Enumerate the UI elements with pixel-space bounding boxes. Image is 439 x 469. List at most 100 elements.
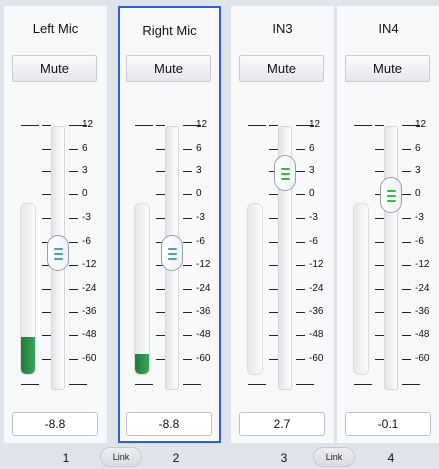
scale-tick xyxy=(42,218,51,219)
gain-value-field[interactable]: -8.8 xyxy=(126,412,212,436)
scale-tick xyxy=(183,149,192,150)
scale-label: 6 xyxy=(82,143,88,154)
mute-button[interactable]: Mute xyxy=(239,55,324,82)
scale-tick xyxy=(156,125,165,126)
scale-label: -24 xyxy=(415,283,430,294)
scale-tick xyxy=(156,149,165,150)
scale-tick xyxy=(69,171,78,172)
scale-label: 6 xyxy=(309,143,315,154)
scale-end-line xyxy=(183,384,201,385)
channel-strip-3[interactable]: IN3 Mute 12 6 3 0 -3 -6 -12 -24 -36 -48 -60 2.7 xyxy=(231,6,334,443)
knob-grip-line xyxy=(54,248,63,250)
scale-tick xyxy=(69,242,78,243)
mute-button[interactable]: Mute xyxy=(345,55,430,82)
knob-grip-line xyxy=(387,200,396,202)
scale-tick xyxy=(375,312,384,313)
scale-label: 12 xyxy=(309,119,321,130)
channel-strip-1[interactable]: Left Mic Mute 12 6 3 0 -3 -6 -12 -24 -36 -48 -60 -8.8 xyxy=(4,6,107,443)
scale-end-line xyxy=(354,125,372,126)
gain-value-field[interactable]: 2.7 xyxy=(239,412,325,436)
scale-tick xyxy=(69,289,78,290)
knob-grip-line xyxy=(54,258,63,260)
scale-label: 6 xyxy=(415,143,421,154)
scale-label: -60 xyxy=(82,353,97,364)
scale-end-line xyxy=(21,125,39,126)
scale-tick xyxy=(269,242,278,243)
scale-end-line xyxy=(296,384,314,385)
scale-tick xyxy=(296,335,305,336)
scale-end-line xyxy=(21,384,39,385)
link-button-1-2[interactable]: Link xyxy=(100,447,142,467)
scale-label: -48 xyxy=(415,329,430,340)
gain-value-field[interactable]: -0.1 xyxy=(345,412,431,436)
scale-tick xyxy=(183,359,192,360)
scale-label: -3 xyxy=(196,212,205,223)
scale-label: -36 xyxy=(196,306,211,317)
scale-label: -3 xyxy=(415,212,424,223)
fader-track[interactable] xyxy=(384,126,398,390)
scale-tick xyxy=(402,335,411,336)
scale-tick xyxy=(269,289,278,290)
scale-label: -36 xyxy=(415,306,430,317)
scale-label: 12 xyxy=(415,119,427,130)
channel-number: 3 xyxy=(280,451,288,465)
scale-tick xyxy=(42,194,51,195)
scale-tick xyxy=(269,359,278,360)
scale-tick xyxy=(183,171,192,172)
scale-tick xyxy=(183,265,192,266)
channel-strip-4[interactable]: IN4 Mute 12 6 3 0 -3 -6 -12 -24 -36 -48 -60 -0.1 xyxy=(337,6,439,443)
channel-number: 4 xyxy=(387,451,395,465)
scale-tick xyxy=(269,335,278,336)
scale-end-line xyxy=(135,125,153,126)
fader-knob[interactable] xyxy=(161,235,183,271)
scale-tick xyxy=(296,171,305,172)
mute-button[interactable]: Mute xyxy=(12,55,97,82)
scale-label: -48 xyxy=(196,329,211,340)
scale-label: -24 xyxy=(309,283,324,294)
mute-button[interactable]: Mute xyxy=(126,55,211,82)
knob-grip-line xyxy=(168,253,177,255)
scale-tick xyxy=(402,312,411,313)
channel-strip-2[interactable]: Right Mic Mute 12 6 3 0 -3 -6 -12 -24 -36 -48 -60 -8.… xyxy=(118,6,221,443)
knob-grip-line xyxy=(281,168,290,170)
link-button-3-4[interactable]: Link xyxy=(313,447,355,467)
scale-tick xyxy=(269,312,278,313)
scale-tick xyxy=(183,194,192,195)
channel-number: 1 xyxy=(62,451,70,465)
scale-tick xyxy=(269,125,278,126)
scale-tick xyxy=(42,171,51,172)
scale-tick xyxy=(296,149,305,150)
scale-tick xyxy=(42,289,51,290)
scale-tick xyxy=(269,149,278,150)
scale-tick xyxy=(296,359,305,360)
scale-label: 3 xyxy=(82,165,88,176)
scale-tick xyxy=(375,125,384,126)
scale-tick xyxy=(296,218,305,219)
scale-tick xyxy=(156,171,165,172)
scale-tick xyxy=(269,218,278,219)
scale-tick xyxy=(269,265,278,266)
scale-label: 0 xyxy=(309,188,315,199)
scale-label: -6 xyxy=(196,236,205,247)
scale-label: -60 xyxy=(309,353,324,364)
scale-tick xyxy=(156,335,165,336)
knob-grip-line xyxy=(281,178,290,180)
knob-grip-line xyxy=(387,190,396,192)
fader-knob[interactable] xyxy=(380,177,402,213)
scale-label: -12 xyxy=(196,259,211,270)
fader-knob[interactable] xyxy=(47,235,69,271)
scale-label: -36 xyxy=(309,306,324,317)
scale-tick xyxy=(183,335,192,336)
scale-tick xyxy=(375,335,384,336)
scale-label: -24 xyxy=(82,283,97,294)
scale-label: -3 xyxy=(82,212,91,223)
scale-label: 12 xyxy=(82,119,94,130)
scale-end-line xyxy=(354,384,372,385)
scale-tick xyxy=(156,218,165,219)
scale-end-line xyxy=(248,384,266,385)
gain-value-field[interactable]: -8.8 xyxy=(12,412,98,436)
scale-tick xyxy=(402,218,411,219)
fader-knob[interactable] xyxy=(274,155,296,191)
scale-tick xyxy=(296,242,305,243)
scale-label: -36 xyxy=(82,306,97,317)
